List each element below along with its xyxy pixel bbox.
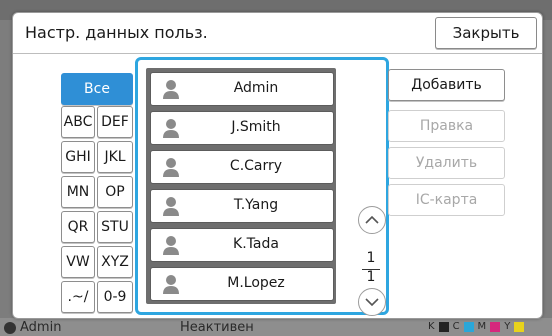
chevron-up-icon xyxy=(365,216,379,224)
filter-jkl[interactable]: JKL xyxy=(97,141,133,173)
user-avatar-icon xyxy=(163,80,179,99)
add-button[interactable]: Добавить xyxy=(388,69,505,101)
ink-k-label: K xyxy=(428,321,435,332)
user-avatar-icon xyxy=(163,236,179,255)
status-state: Неактивен xyxy=(180,320,254,335)
dialog-title-bar: Настр. данных польз. Закрыть xyxy=(13,13,542,54)
filter-xyz[interactable]: XYZ xyxy=(97,246,133,278)
ink-k-icon xyxy=(438,321,449,332)
filter-qr[interactable]: QR xyxy=(61,211,95,243)
user-avatar-icon xyxy=(163,158,179,177)
user-name: J.Smith xyxy=(231,119,281,135)
ic-card-button[interactable]: IC-карта xyxy=(388,184,505,216)
ink-c-label: C xyxy=(452,321,460,332)
user-name: M.Lopez xyxy=(227,275,285,291)
user-row-jsmith[interactable]: J.Smith xyxy=(150,111,334,145)
dialog-title: Настр. данных польз. xyxy=(25,23,208,42)
page-current: 1 xyxy=(366,250,376,266)
user-row-mlopez[interactable]: M.Lopez xyxy=(150,267,334,301)
user-name: K.Tada xyxy=(233,236,279,252)
user-avatar-icon xyxy=(163,275,179,294)
user-list: Admin J.Smith C.Carry T.Yang K.Tada M.Lo… xyxy=(146,68,336,304)
filter-mn[interactable]: MN xyxy=(61,176,95,208)
scroll-down-button[interactable] xyxy=(358,288,386,316)
filter-ghi[interactable]: GHI xyxy=(61,141,95,173)
ink-y-icon xyxy=(514,321,525,332)
user-row-ktada[interactable]: K.Tada xyxy=(150,228,334,262)
filter-abc[interactable]: ABC xyxy=(61,106,95,138)
scroll-up-button[interactable] xyxy=(358,206,386,234)
filter-digits[interactable]: 0-9 xyxy=(97,281,133,313)
filter-def[interactable]: DEF xyxy=(97,106,133,138)
edit-button[interactable]: Правка xyxy=(388,110,505,142)
status-bar: Admin Неактивен K C M Y xyxy=(0,318,552,336)
filter-op[interactable]: OP xyxy=(97,176,133,208)
user-avatar-icon xyxy=(163,197,179,216)
delete-button[interactable]: Удалить xyxy=(388,147,505,179)
status-user-name: Admin xyxy=(20,320,62,335)
chevron-down-icon xyxy=(365,298,379,306)
filter-vw[interactable]: VW xyxy=(61,246,95,278)
user-row-admin[interactable]: Admin xyxy=(150,72,334,106)
ink-m-icon xyxy=(490,321,501,332)
user-name: C.Carry xyxy=(229,158,283,174)
user-row-tyang[interactable]: T.Yang xyxy=(150,189,334,223)
filter-symbols[interactable]: .~/ xyxy=(61,281,95,313)
close-button[interactable]: Закрыть xyxy=(435,17,537,49)
user-row-ccarry[interactable]: C.Carry xyxy=(150,150,334,184)
user-settings-dialog: Настр. данных польз. Закрыть Все ABC DEF… xyxy=(12,12,543,319)
user-icon xyxy=(4,321,16,334)
ink-c-icon xyxy=(463,321,474,332)
ink-levels: K C M Y xyxy=(428,321,525,332)
ink-m-label: M xyxy=(477,321,487,332)
filter-all[interactable]: Все xyxy=(61,73,133,105)
page-total: 1 xyxy=(366,269,376,285)
user-name: T.Yang xyxy=(233,197,279,213)
filter-stu[interactable]: STU xyxy=(97,211,133,243)
user-list-frame: Admin J.Smith C.Carry T.Yang K.Tada M.Lo… xyxy=(135,57,389,316)
status-user: Admin xyxy=(4,320,61,335)
user-name: Admin xyxy=(233,80,279,96)
user-avatar-icon xyxy=(163,119,179,138)
ink-y-label: Y xyxy=(504,321,511,332)
